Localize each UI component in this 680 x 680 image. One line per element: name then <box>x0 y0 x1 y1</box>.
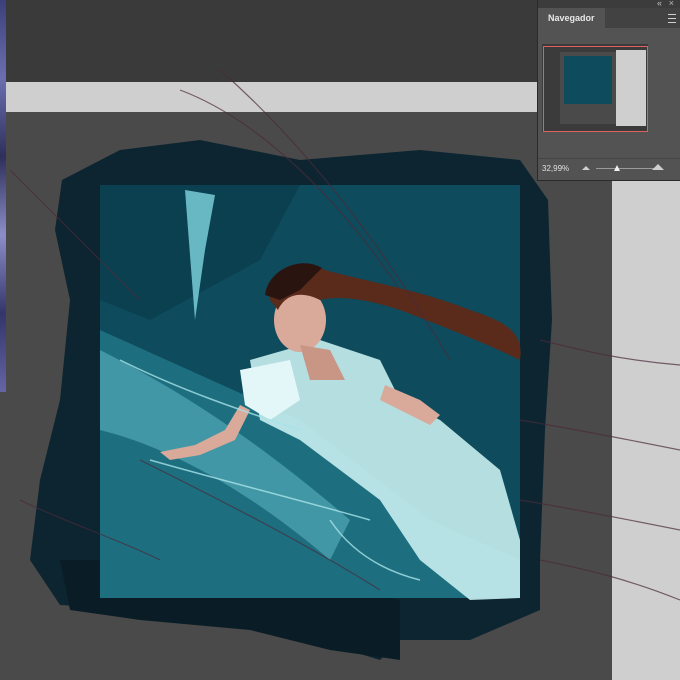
view-rectangle[interactable] <box>543 46 648 132</box>
collapse-panels-icon[interactable]: « <box>657 0 662 8</box>
zoom-slider-thumb[interactable] <box>614 165 620 171</box>
zoom-field[interactable]: 32,99% <box>542 163 572 175</box>
panel-tab-bar: Navegador <box>538 8 680 28</box>
panel-top-bar: « × <box>538 0 680 8</box>
navigator-footer: 32,99% <box>538 158 680 179</box>
close-icon[interactable]: × <box>669 0 674 8</box>
zoom-in-icon[interactable] <box>652 164 664 170</box>
panel-menu-icon[interactable] <box>668 14 676 23</box>
tab-navegador[interactable]: Navegador <box>538 8 605 28</box>
zoom-slider-track[interactable] <box>596 168 656 169</box>
zoom-out-icon[interactable] <box>582 166 590 170</box>
